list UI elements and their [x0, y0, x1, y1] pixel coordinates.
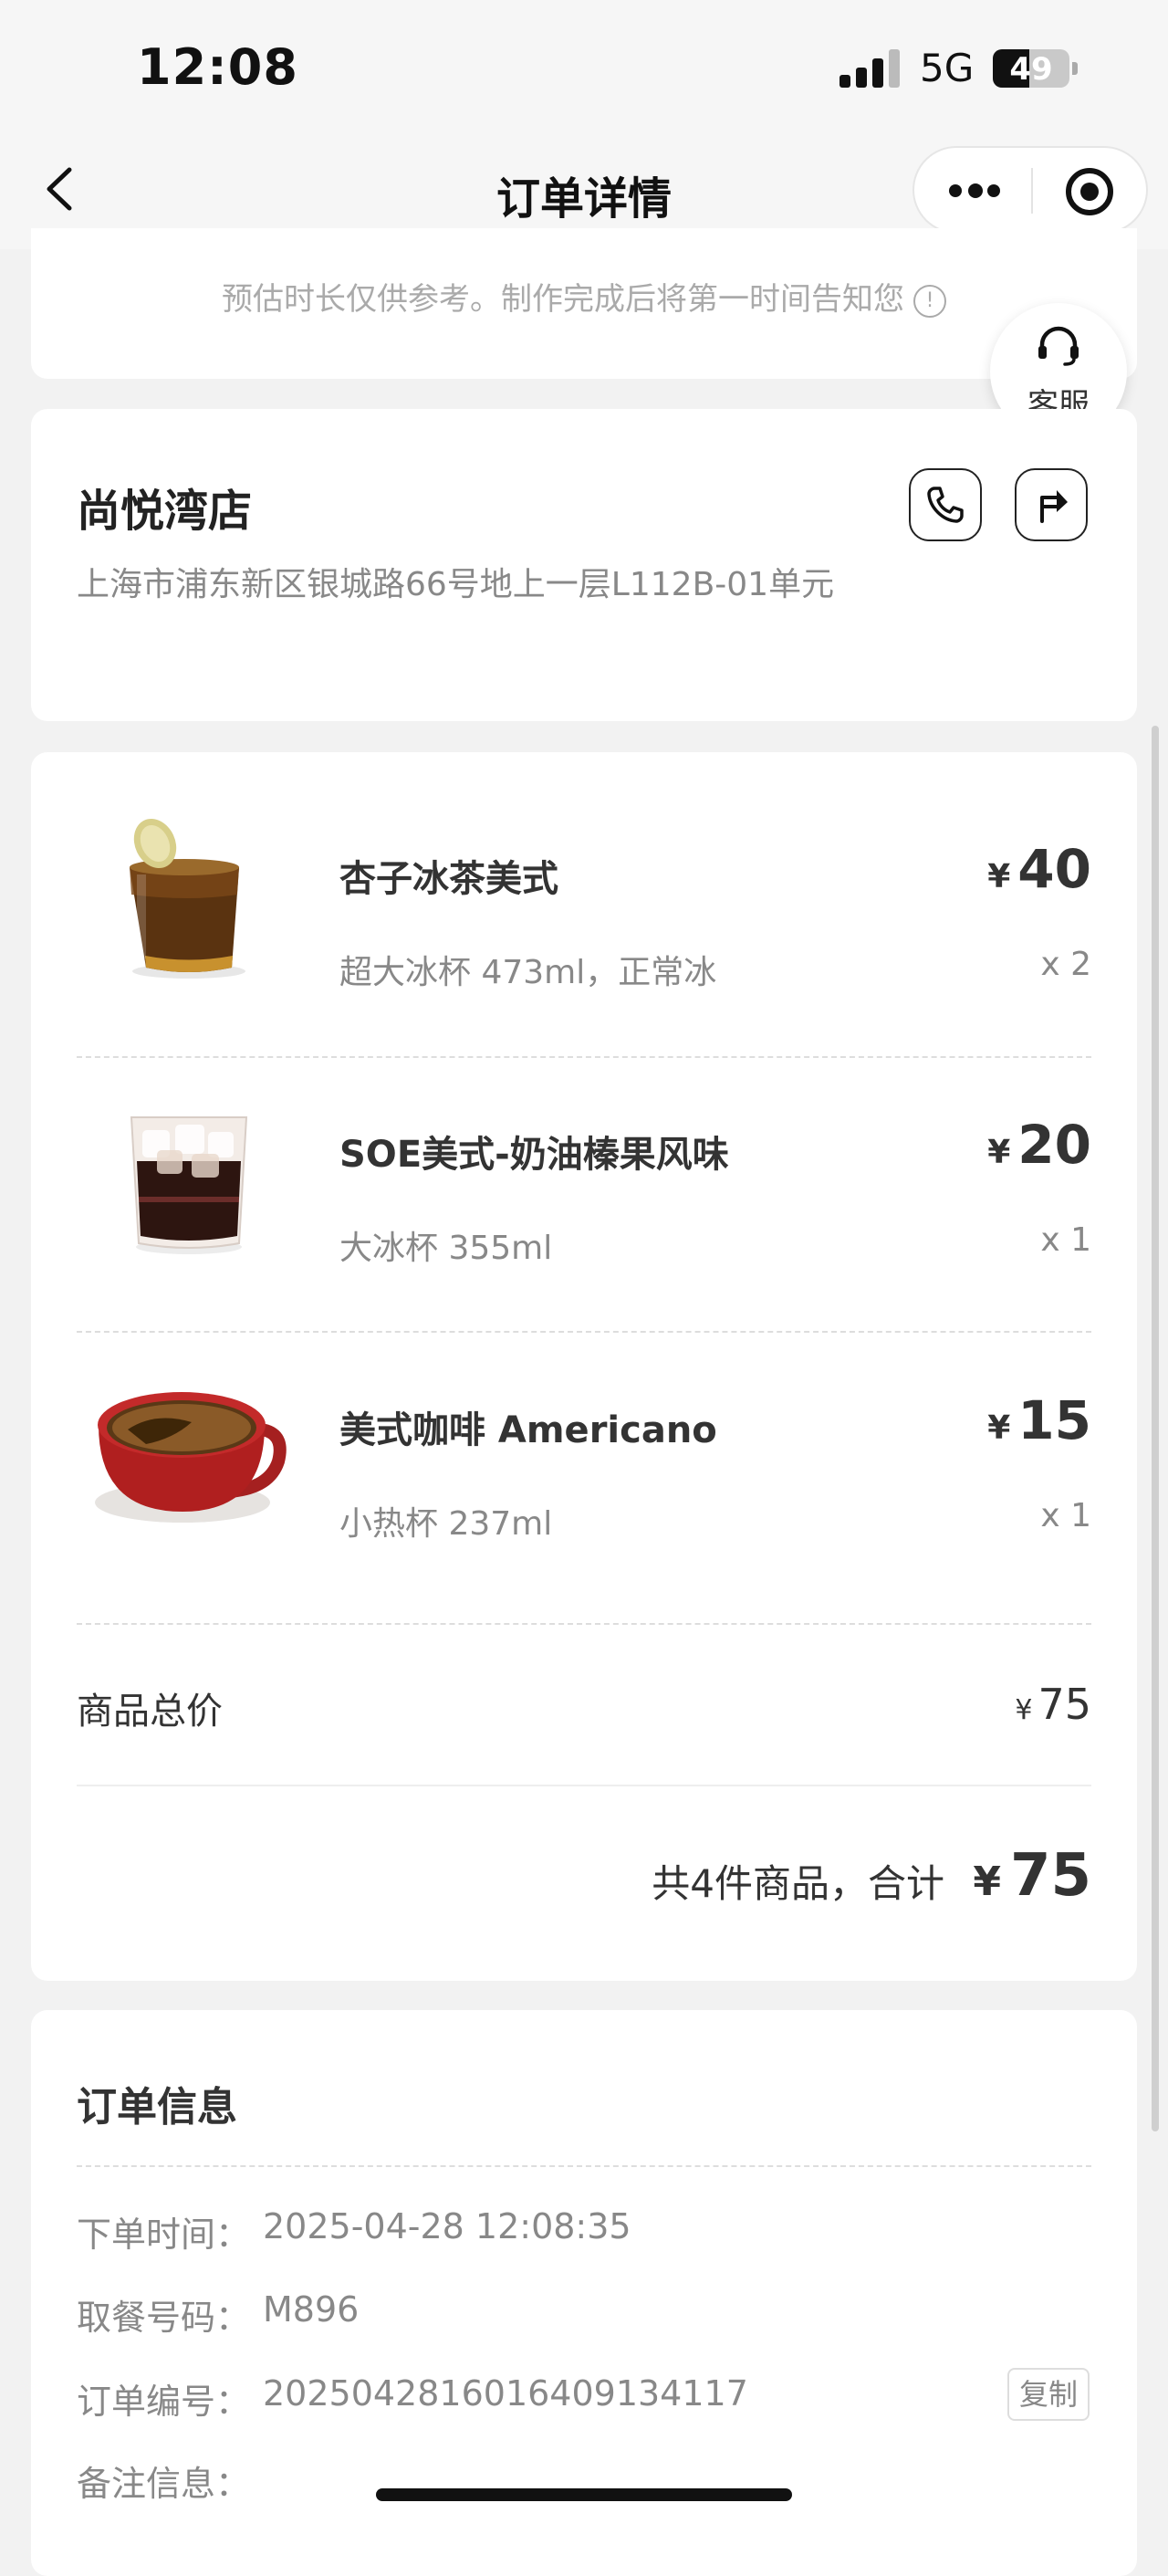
- total-divider: [77, 1785, 1091, 1786]
- item-spec: 大冰杯 355ml: [339, 1230, 553, 1267]
- navigate-to-store-button[interactable]: [1015, 468, 1088, 541]
- phone-icon: [927, 487, 964, 523]
- close-mini-program-icon[interactable]: [1066, 168, 1113, 215]
- network-label: 5G: [920, 46, 975, 90]
- battery-tip: [1072, 62, 1078, 75]
- order-time-label: 下单时间：: [77, 2215, 251, 2255]
- currency-symbol: ¥: [987, 858, 1011, 895]
- store-address: 上海市浦东新区银城路66号地上一层L112B-01单元: [77, 566, 835, 603]
- battery-level: 49: [1009, 51, 1053, 88]
- item-price-value: 20: [1017, 1114, 1091, 1176]
- item-spec: 超大冰杯 473ml，正常冰: [339, 954, 717, 991]
- battery-icon: 49: [993, 49, 1069, 88]
- item-quantity: x 2: [1040, 946, 1091, 983]
- order-time-value: 2025-04-28 12:08:35: [263, 2206, 631, 2246]
- product-image-soe-americano: [102, 1090, 276, 1263]
- navigate-icon: [1040, 490, 1068, 523]
- item-name: 杏子冰茶美式: [339, 858, 558, 900]
- order-number-value: 2025042816016409134117: [263, 2373, 748, 2414]
- item-price: ¥40: [987, 838, 1091, 900]
- pickup-code-label: 取餐号码：: [77, 2298, 251, 2338]
- copy-order-number-button[interactable]: 复制: [1007, 2368, 1090, 2421]
- subtotal-amount: 75: [1038, 1680, 1091, 1729]
- product-image-americano: [91, 1375, 287, 1548]
- item-quantity: x 1: [1040, 1497, 1091, 1534]
- item-divider: [77, 1056, 1091, 1058]
- pickup-code-value: M896: [263, 2289, 360, 2330]
- item-quantity: x 1: [1040, 1221, 1091, 1259]
- mini-program-capsule: [912, 146, 1148, 234]
- summary-divider: [77, 1623, 1091, 1625]
- status-time: 12:08: [137, 38, 298, 96]
- item-divider: [77, 1331, 1091, 1333]
- item-price: ¥15: [987, 1389, 1091, 1451]
- currency-symbol: ¥: [987, 1409, 1011, 1447]
- currency-symbol: ¥: [973, 1859, 1001, 1905]
- subtotal-label: 商品总价: [77, 1691, 223, 1733]
- currency-symbol: ¥: [987, 1134, 1011, 1171]
- item-price-value: 40: [1017, 838, 1091, 900]
- total-label: 共4件商品，合计: [652, 1861, 944, 1906]
- product-image-apricot-tea-americano: [102, 814, 276, 988]
- remark-label: 备注信息：: [77, 2464, 251, 2504]
- call-store-button[interactable]: [909, 468, 982, 541]
- order-number-label: 订单编号：: [77, 2382, 251, 2422]
- order-info-title: 订单信息: [77, 2084, 237, 2131]
- item-price-value: 15: [1017, 1389, 1091, 1451]
- currency-symbol: ¥: [1015, 1694, 1033, 1726]
- subtotal-value: ¥75: [1015, 1680, 1091, 1729]
- estimate-notice: 预估时长仅供参考。制作完成后将第一时间告知您!: [31, 274, 1137, 319]
- item-price: ¥20: [987, 1114, 1091, 1176]
- capsule-divider: [1031, 168, 1033, 214]
- signal-icon: [840, 49, 900, 88]
- headset-icon: [1038, 326, 1079, 366]
- total-value: ¥75: [973, 1842, 1091, 1910]
- order-info-divider: [77, 2165, 1091, 2167]
- item-name: 美式咖啡 Americano: [339, 1409, 717, 1451]
- home-indicator: [376, 2488, 792, 2501]
- more-icon[interactable]: [949, 183, 1000, 199]
- item-spec: 小热杯 237ml: [339, 1505, 553, 1543]
- info-icon[interactable]: !: [913, 284, 946, 318]
- item-name: SOE美式-奶油榛果风味: [339, 1134, 729, 1176]
- estimate-notice-text: 预估时长仅供参考。制作完成后将第一时间告知您: [222, 281, 904, 318]
- scrollbar[interactable]: [1152, 726, 1159, 2131]
- total-amount: 75: [1009, 1842, 1091, 1910]
- store-name: 尚悦湾店: [77, 486, 253, 537]
